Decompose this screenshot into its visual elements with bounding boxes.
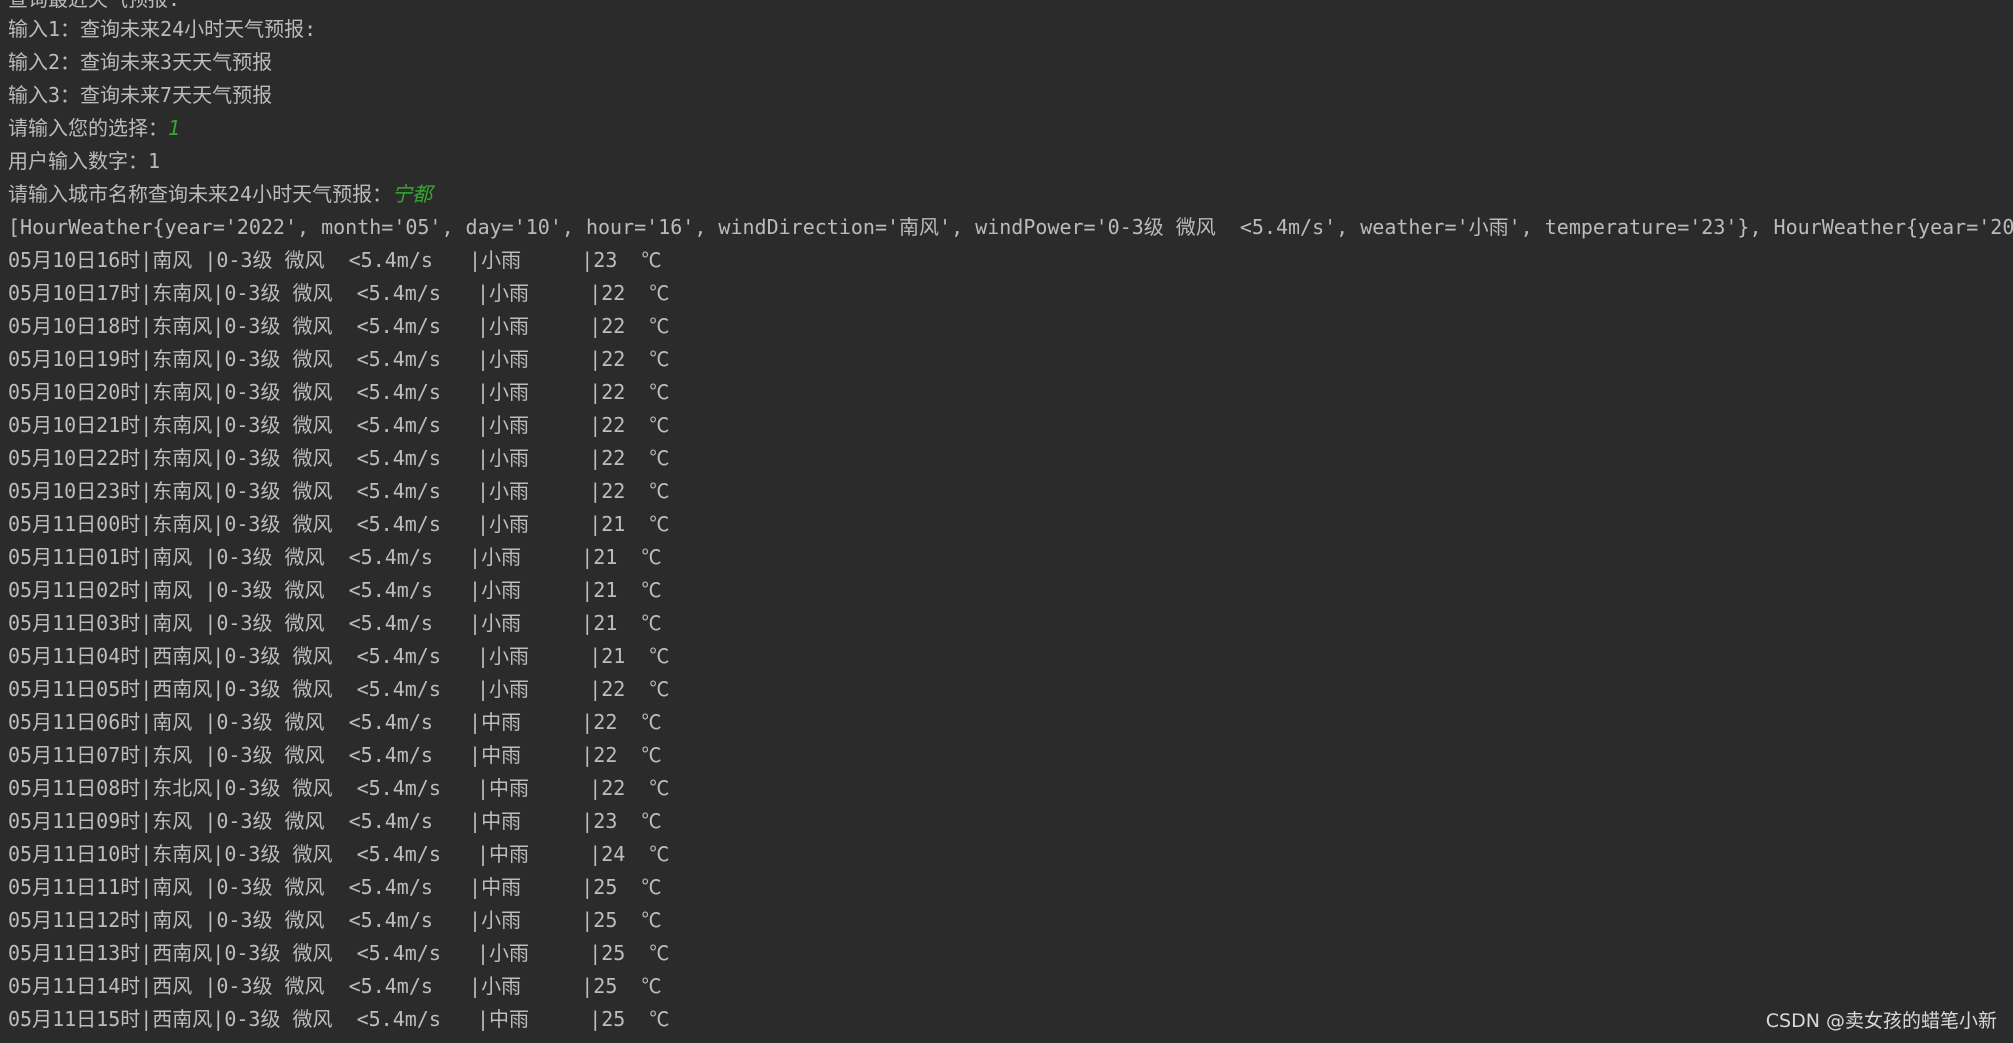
user-input-city: 宁都: [392, 182, 433, 206]
weather-row: 05月11日10时|东南风|0-3级 微风 <5.4m/s |中雨 |24 ℃: [8, 842, 670, 866]
weather-row: 05月11日15时|西南风|0-3级 微风 <5.4m/s |中雨 |25 ℃: [8, 1007, 670, 1031]
weather-row: 05月11日03时|南风 |0-3级 微风 <5.4m/s |小雨 |21 ℃: [8, 611, 662, 635]
weather-row: 05月10日19时|东南风|0-3级 微风 <5.4m/s |小雨 |22 ℃: [8, 347, 670, 371]
weather-row: 05月11日01时|南风 |0-3级 微风 <5.4m/s |小雨 |21 ℃: [8, 545, 662, 569]
weather-row: 05月10日17时|东南风|0-3级 微风 <5.4m/s |小雨 |22 ℃: [8, 281, 670, 305]
console-line-choice-prompt: 请输入您的选择：1: [8, 116, 181, 140]
weather-row: 05月10日21时|东南风|0-3级 微风 <5.4m/s |小雨 |22 ℃: [8, 413, 670, 437]
weather-row: 05月11日08时|东北风|0-3级 微风 <5.4m/s |中雨 |22 ℃: [8, 776, 670, 800]
weather-row: 05月11日14时|西风 |0-3级 微风 <5.4m/s |小雨 |25 ℃: [8, 974, 662, 998]
console-line-option-3: 输入3：查询未来7天天气预报: [8, 83, 273, 107]
weather-row: 05月11日07时|东风 |0-3级 微风 <5.4m/s |中雨 |22 ℃: [8, 743, 662, 767]
weather-row: 05月10日22时|东南风|0-3级 微风 <5.4m/s |小雨 |22 ℃: [8, 446, 670, 470]
console-line-city-prompt: 请输入城市名称查询未来24小时天气预报：宁都: [8, 182, 433, 206]
user-input-choice: 1: [168, 116, 181, 140]
console-line-option-2: 输入2：查询未来3天天气预报: [8, 50, 273, 74]
console-output[interactable]: 查询最近天气预报: 输入1：查询未来24小时天气预报: 输入2：查询未来3天天气…: [0, 0, 2013, 1043]
weather-row: 05月11日06时|南风 |0-3级 微风 <5.4m/s |中雨 |22 ℃: [8, 710, 662, 734]
weather-row: 05月11日00时|东南风|0-3级 微风 <5.4m/s |小雨 |21 ℃: [8, 512, 670, 536]
weather-row: 05月11日09时|东风 |0-3级 微风 <5.4m/s |中雨 |23 ℃: [8, 809, 662, 833]
weather-row: 05月11日11时|南风 |0-3级 微风 <5.4m/s |中雨 |25 ℃: [8, 875, 662, 899]
weather-row: 05月10日16时|南风 |0-3级 微风 <5.4m/s |小雨 |23 ℃: [8, 248, 662, 272]
console-line-echo: 用户输入数字：1: [8, 149, 161, 173]
weather-row: 05月10日20时|东南风|0-3级 微风 <5.4m/s |小雨 |22 ℃: [8, 380, 670, 404]
weather-row: 05月11日02时|南风 |0-3级 微风 <5.4m/s |小雨 |21 ℃: [8, 578, 662, 602]
console-line-object-dump: [HourWeather{year='2022', month='05', da…: [8, 215, 2013, 239]
weather-row: 05月10日23时|东南风|0-3级 微风 <5.4m/s |小雨 |22 ℃: [8, 479, 670, 503]
weather-row: 05月11日04时|西南风|0-3级 微风 <5.4m/s |小雨 |21 ℃: [8, 644, 670, 668]
weather-row: 05月11日12时|南风 |0-3级 微风 <5.4m/s |小雨 |25 ℃: [8, 908, 662, 932]
console-line-option-1: 输入1：查询未来24小时天气预报:: [8, 17, 317, 41]
weather-row: 05月11日05时|西南风|0-3级 微风 <5.4m/s |小雨 |22 ℃: [8, 677, 670, 701]
weather-row: 05月11日13时|西南风|0-3级 微风 <5.4m/s |小雨 |25 ℃: [8, 941, 670, 965]
weather-row: 05月10日18时|东南风|0-3级 微风 <5.4m/s |小雨 |22 ℃: [8, 314, 670, 338]
watermark: CSDN @卖女孩的蜡笔小新: [1765, 1010, 1997, 1032]
